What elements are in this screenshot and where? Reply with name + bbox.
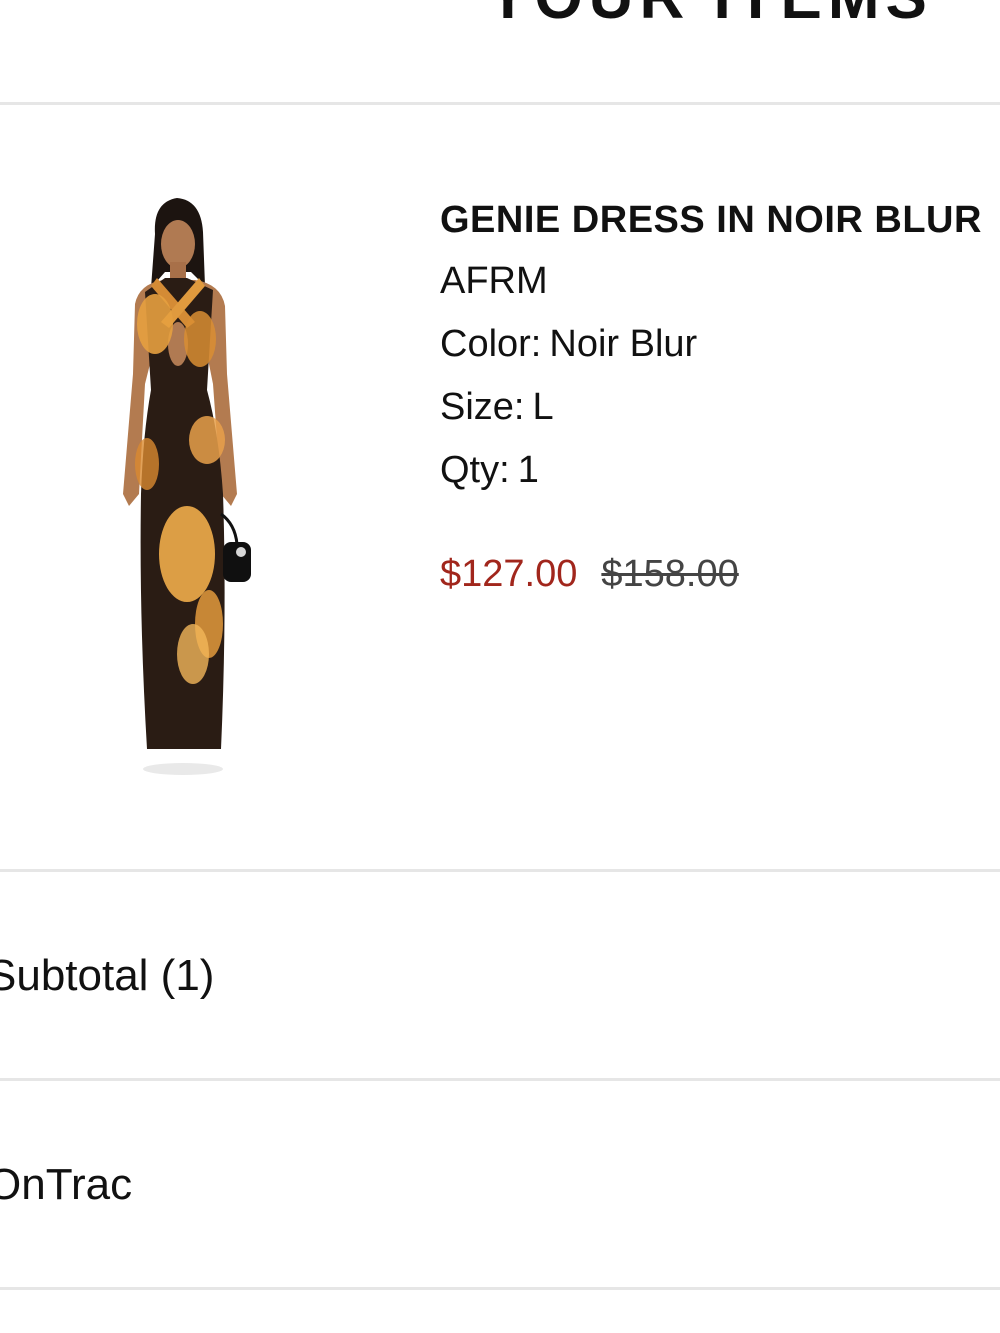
qty-value: 1 (517, 449, 539, 491)
cart-item[interactable]: GENIE DRESS IN NOIR BLUR AFRM Color: Noir… (0, 106, 1000, 870)
product-size: Size: L (440, 385, 1000, 429)
color-value: Noir Blur (549, 323, 698, 365)
size-value: L (532, 386, 554, 428)
product-name[interactable]: GENIE DRESS IN NOIR BLUR (440, 198, 1000, 242)
original-price: $158.00 (601, 553, 739, 595)
product-color: Color: Noir Blur (440, 322, 1000, 366)
shipping-row: OnTrac (0, 1082, 1000, 1286)
product-brand[interactable]: AFRM (440, 259, 1000, 303)
qty-label: Qty: (440, 449, 510, 491)
divider (0, 1078, 1000, 1081)
size-label: Size: (440, 386, 525, 428)
price-block: $127.00 $158.00 (440, 552, 1000, 596)
divider (0, 1287, 1000, 1290)
section-title: YOUR ITEMS (0, 0, 1000, 29)
divider (0, 869, 1000, 872)
color-label: Color: (440, 323, 542, 365)
shipping-carrier: OnTrac (0, 1160, 133, 1209)
product-image[interactable] (95, 194, 275, 779)
product-details: GENIE DRESS IN NOIR BLUR AFRM Color: Noir… (440, 198, 1000, 596)
subtotal-row: Subtotal (1) (0, 873, 1000, 1077)
divider (0, 102, 1000, 105)
sale-price: $127.00 (440, 553, 578, 595)
product-qty: Qty: 1 (440, 448, 1000, 492)
subtotal-label: Subtotal (1) (0, 951, 215, 1000)
